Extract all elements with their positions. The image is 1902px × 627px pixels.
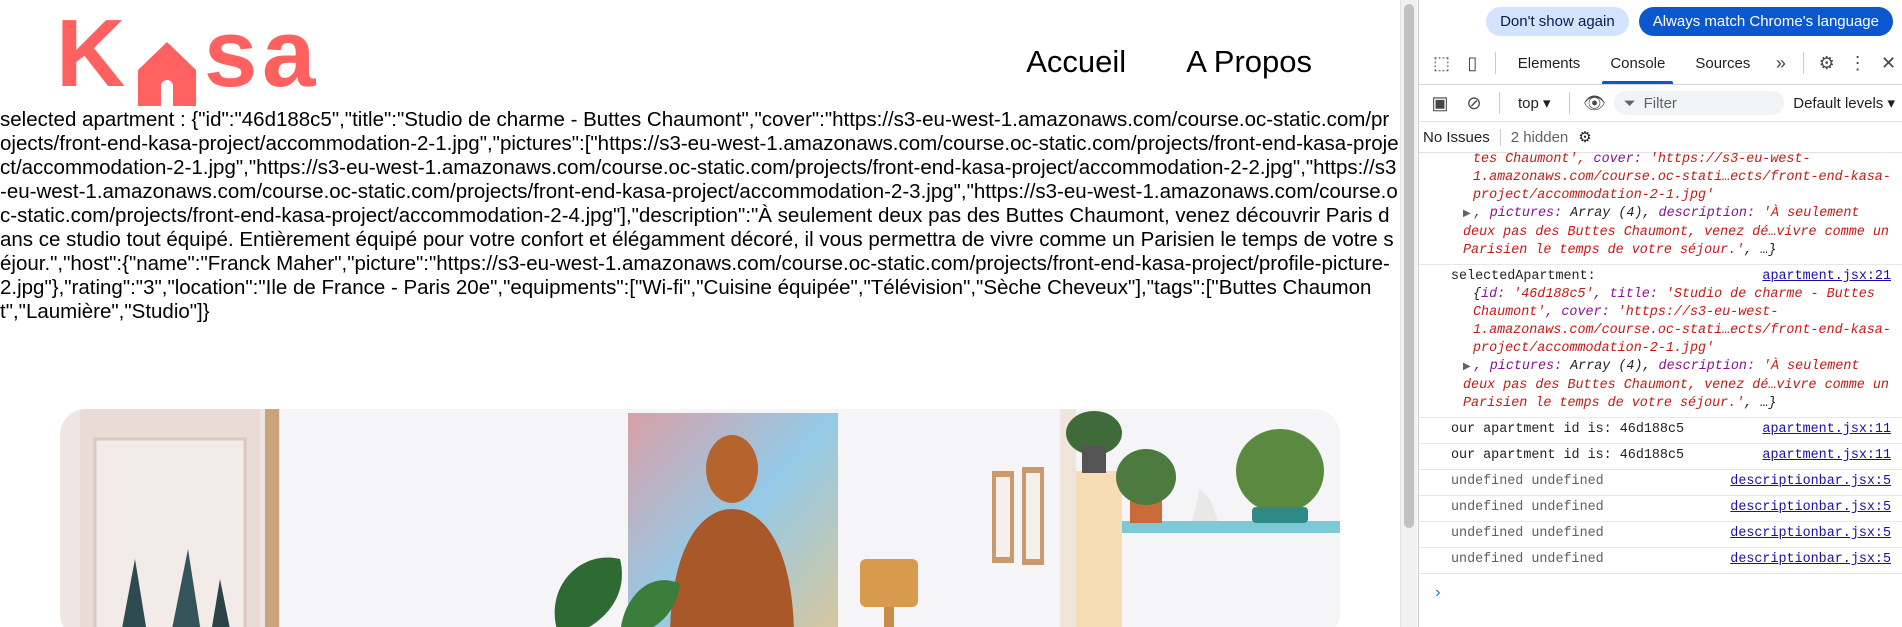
- log-key: , pictures:: [1473, 206, 1571, 221]
- source-link[interactable]: descriptionbar.jsx:5: [1730, 499, 1891, 517]
- console-log: tes Chaumont', cover: 'https://s3-eu-wes…: [1419, 151, 1902, 627]
- log-text: undefined undefined: [1451, 526, 1604, 541]
- tab-elements[interactable]: Elements: [1504, 42, 1595, 84]
- console-settings-gear-icon[interactable]: ⚙: [1578, 128, 1591, 146]
- language-infobar: Don't show again Always match Chrome's l…: [1419, 0, 1902, 42]
- log-entry[interactable]: our apartment id is: 46d188c5 apartment.…: [1419, 418, 1902, 444]
- devtools-tabbar: ⬚ ▯ Elements Console Sources » ⚙ ⋮ ✕: [1419, 42, 1902, 85]
- log-obj: , …}: [1744, 396, 1777, 411]
- log-key: description:: [1658, 206, 1764, 221]
- expand-caret-icon[interactable]: ▶: [1463, 209, 1471, 220]
- tab-sources[interactable]: Sources: [1681, 42, 1764, 84]
- sidebar-toggle-icon[interactable]: ▣: [1425, 88, 1455, 118]
- source-link[interactable]: apartment.jsx:11: [1762, 421, 1891, 439]
- log-entry[interactable]: undefined undefined descriptionbar.jsx:5: [1419, 522, 1902, 548]
- log-key: , pictures:: [1473, 359, 1571, 374]
- inspect-element-icon[interactable]: ⬚: [1427, 48, 1456, 78]
- kebab-menu-icon[interactable]: ⋮: [1843, 48, 1872, 78]
- settings-gear-icon[interactable]: ⚙: [1812, 48, 1841, 78]
- log-key: cover:: [1593, 152, 1650, 167]
- log-entry[interactable]: undefined undefined descriptionbar.jsx:5: [1419, 470, 1902, 496]
- log-key: id:: [1481, 287, 1514, 302]
- divider: [1499, 92, 1500, 114]
- brace: {: [1473, 287, 1482, 302]
- live-expression-eye-icon[interactable]: 👁: [1580, 88, 1610, 118]
- clear-console-icon[interactable]: ⊘: [1459, 88, 1489, 118]
- device-toolbar-icon[interactable]: ▯: [1458, 48, 1487, 78]
- logo-letter-a: a: [262, 0, 316, 107]
- log-label: selectedApartment:: [1451, 269, 1596, 284]
- filter-placeholder: Filter: [1643, 94, 1677, 112]
- log-key: description:: [1658, 359, 1764, 374]
- log-entry[interactable]: undefined undefined descriptionbar.jsx:5: [1419, 548, 1902, 574]
- selected-apartment-dump: selected apartment : {"id":"46d188c5","t…: [0, 108, 1399, 323]
- issues-bar: No Issues 2 hidden ⚙: [1419, 122, 1902, 153]
- filter-funnel-icon: ⏷: [1623, 94, 1636, 112]
- divider: [1568, 92, 1570, 114]
- house-icon: [138, 42, 196, 106]
- logo-letter-k: K: [56, 0, 126, 107]
- log-str: '46d188c5': [1513, 287, 1594, 302]
- console-prompt-input[interactable]: ›: [1419, 574, 1902, 612]
- tab-console[interactable]: Console: [1596, 42, 1679, 84]
- log-levels-dropdown[interactable]: Default levels ▾: [1793, 94, 1902, 112]
- web-page: K s a Accueil A Propos selected apartmen…: [0, 0, 1400, 627]
- nav-a-propos[interactable]: A Propos: [1186, 44, 1312, 80]
- log-key: , cover:: [1545, 305, 1618, 320]
- context-label: top: [1518, 95, 1539, 112]
- no-issues-label[interactable]: No Issues: [1423, 129, 1490, 146]
- logo-letter-s: s: [204, 0, 258, 107]
- console-toolbar: ▣ ⊘ top ▾ 👁 ⏷ Filter Default levels ▾: [1419, 85, 1902, 122]
- log-str: tes Chaumont',: [1473, 152, 1594, 167]
- dont-show-again-button[interactable]: Don't show again: [1486, 6, 1629, 36]
- source-link[interactable]: apartment.jsx:11: [1762, 447, 1891, 465]
- log-obj: Array (4),: [1570, 359, 1659, 374]
- prompt-chevron-icon: ›: [1433, 584, 1443, 602]
- log-text: undefined undefined: [1451, 474, 1604, 489]
- log-entry[interactable]: undefined undefined descriptionbar.jsx:5: [1419, 496, 1902, 522]
- log-text: undefined undefined: [1451, 552, 1604, 567]
- nav-accueil[interactable]: Accueil: [1026, 44, 1126, 80]
- expand-caret-icon[interactable]: ▶: [1463, 362, 1471, 373]
- more-tabs-icon[interactable]: »: [1766, 48, 1795, 78]
- source-link[interactable]: apartment.jsx:21: [1762, 268, 1891, 286]
- cover-image: [60, 409, 1340, 627]
- log-obj: Array (4),: [1570, 206, 1659, 221]
- source-link[interactable]: descriptionbar.jsx:5: [1730, 525, 1891, 543]
- close-icon[interactable]: ✕: [1874, 48, 1902, 78]
- log-text: undefined undefined: [1451, 500, 1604, 515]
- log-obj: , …}: [1744, 243, 1777, 258]
- always-match-language-button[interactable]: Always match Chrome's language: [1638, 6, 1893, 36]
- hidden-count[interactable]: 2 hidden: [1499, 128, 1568, 146]
- filter-input[interactable]: ⏷ Filter: [1613, 91, 1784, 115]
- apartment-cover-photo: [60, 409, 1340, 627]
- log-text: our apartment id is: 46d188c5: [1451, 448, 1685, 463]
- source-link[interactable]: descriptionbar.jsx:5: [1730, 551, 1891, 569]
- log-entry-selected-apartment[interactable]: selectedApartment: apartment.jsx:21 {id:…: [1419, 265, 1902, 418]
- divider: [1494, 52, 1496, 74]
- divider: [1803, 52, 1805, 74]
- log-entry-object[interactable]: tes Chaumont', cover: 'https://s3-eu-wes…: [1419, 151, 1902, 265]
- log-entry[interactable]: our apartment id is: 46d188c5 apartment.…: [1419, 444, 1902, 470]
- log-levels-label: Default levels: [1793, 95, 1884, 112]
- page-scrollbar[interactable]: [1400, 0, 1417, 627]
- kasa-logo[interactable]: K s a: [56, 6, 346, 106]
- log-key: , title:: [1593, 287, 1666, 302]
- scrollbar-thumb[interactable]: [1404, 4, 1414, 528]
- source-link[interactable]: descriptionbar.jsx:5: [1730, 473, 1891, 491]
- log-text: our apartment id is: 46d188c5: [1451, 422, 1685, 437]
- main-nav: Accueil A Propos: [1026, 44, 1312, 80]
- context-selector[interactable]: top ▾: [1510, 94, 1559, 112]
- devtools-panel: Don't show again Always match Chrome's l…: [1418, 0, 1902, 627]
